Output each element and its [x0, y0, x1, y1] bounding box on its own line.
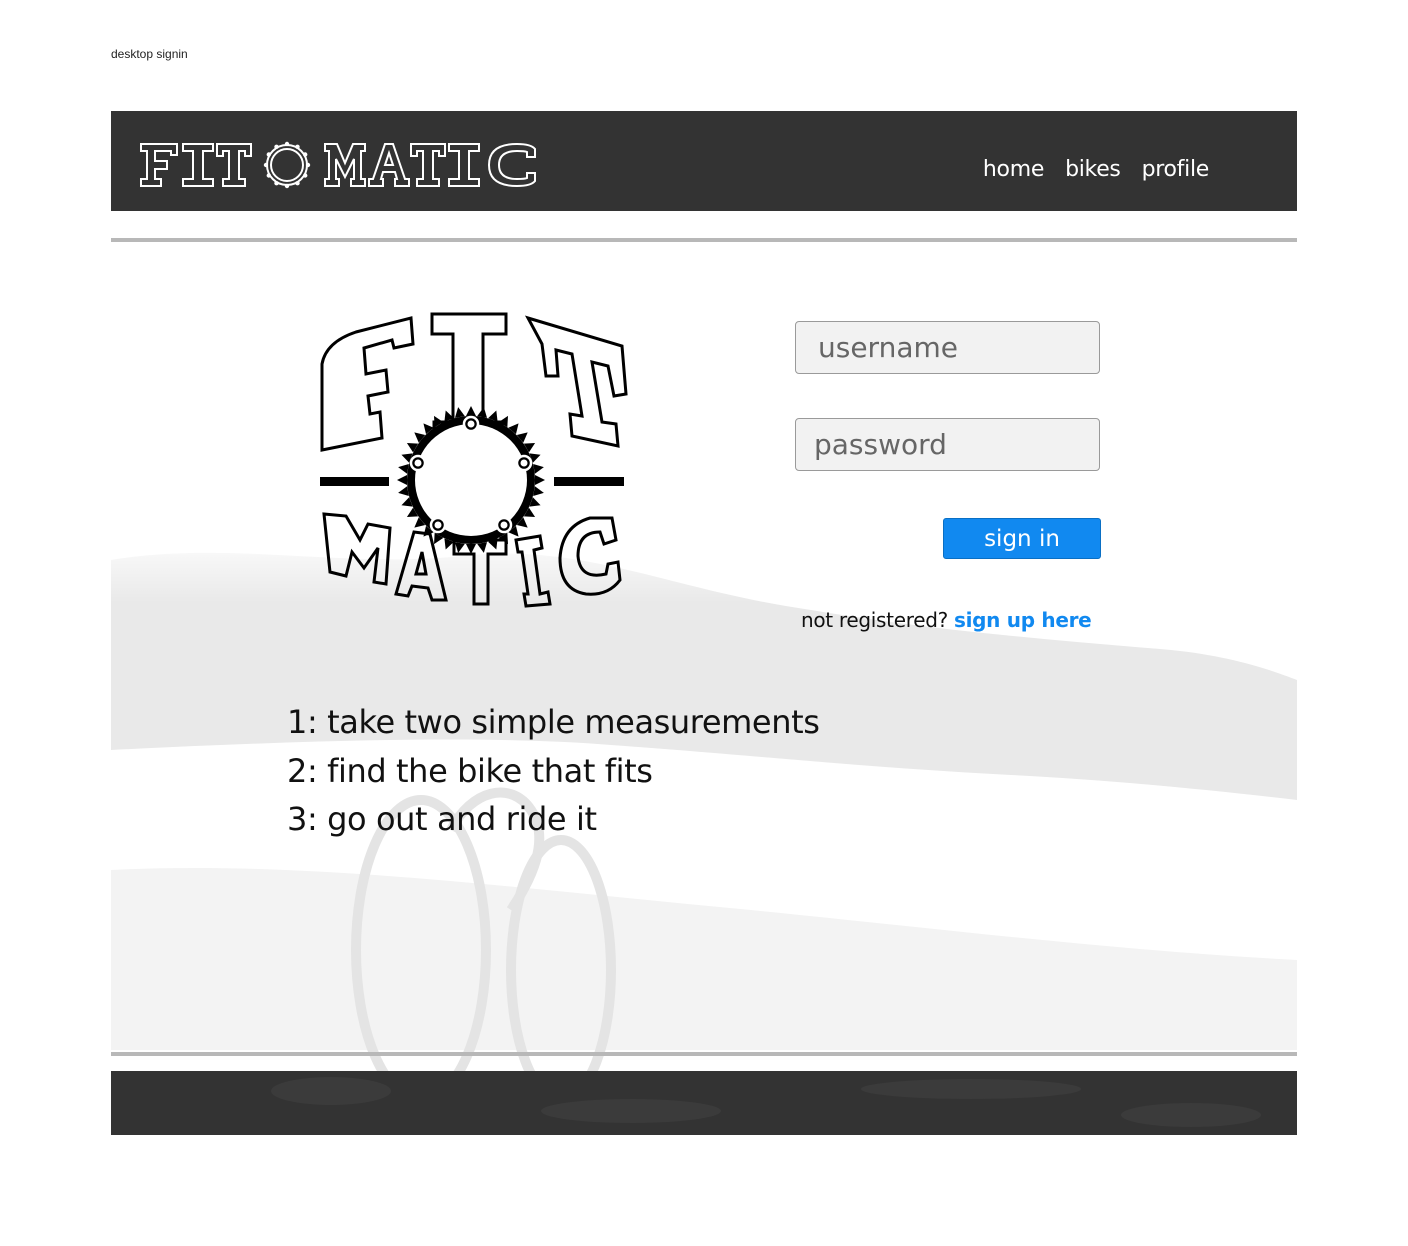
footer-texture — [271, 1077, 1261, 1127]
username-input[interactable] — [795, 321, 1100, 374]
footer-divider — [111, 1052, 1297, 1056]
fit-o-matic-emblem-icon — [320, 312, 628, 608]
nav-bikes[interactable]: bikes — [1065, 157, 1121, 182]
register-prompt: not registered? sign up here — [801, 608, 1092, 632]
site-header: home bikes profile — [111, 111, 1297, 211]
sign-up-link[interactable]: sign up here — [954, 608, 1092, 632]
password-input[interactable] — [795, 418, 1100, 471]
fit-o-matic-logo-icon — [140, 141, 536, 189]
fit-o-matic-emblem — [316, 304, 632, 614]
step-3: 3: go out and ride it — [287, 800, 597, 838]
nav-profile[interactable]: profile — [1142, 157, 1210, 182]
nav-home[interactable]: home — [983, 157, 1044, 182]
site-footer — [111, 1071, 1297, 1135]
page-caption: desktop signin — [111, 47, 188, 61]
step-2: 2: find the bike that fits — [287, 751, 653, 790]
step-1: 1: take two simple measurements — [287, 703, 820, 741]
sign-in-button[interactable]: sign in — [943, 518, 1101, 559]
steps-list: 1: take two simple measurements 2: find … — [287, 698, 820, 844]
header-logo[interactable] — [139, 141, 539, 191]
main-nav: home bikes profile — [983, 157, 1209, 182]
header-divider — [111, 238, 1297, 242]
not-registered-text: not registered? — [801, 608, 948, 632]
